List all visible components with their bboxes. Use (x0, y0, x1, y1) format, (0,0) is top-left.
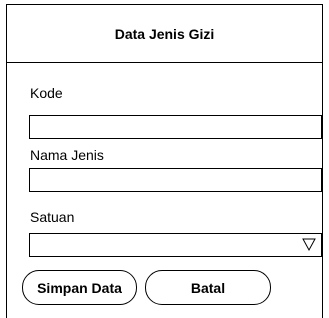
nama-jenis-label: Nama Jenis (30, 147, 104, 163)
save-button[interactable]: Simpan Data (22, 270, 137, 305)
satuan-label: Satuan (30, 209, 75, 225)
cancel-button-label: Batal (190, 279, 226, 296)
form-header: Data Jenis Gizi (7, 5, 322, 63)
satuan-select[interactable] (29, 233, 322, 257)
cancel-button[interactable]: Batal (145, 270, 271, 305)
form-window: Data Jenis Gizi Kode Nama Jenis Satuan S… (6, 4, 323, 318)
kode-label: Kode (30, 85, 63, 101)
dropdown-triangle-icon[interactable] (302, 236, 316, 252)
form-title: Data Jenis Gizi (114, 25, 215, 42)
kode-field[interactable] (29, 115, 322, 139)
save-button-label: Simpan Data (37, 279, 122, 296)
nama-jenis-field[interactable] (29, 168, 322, 192)
